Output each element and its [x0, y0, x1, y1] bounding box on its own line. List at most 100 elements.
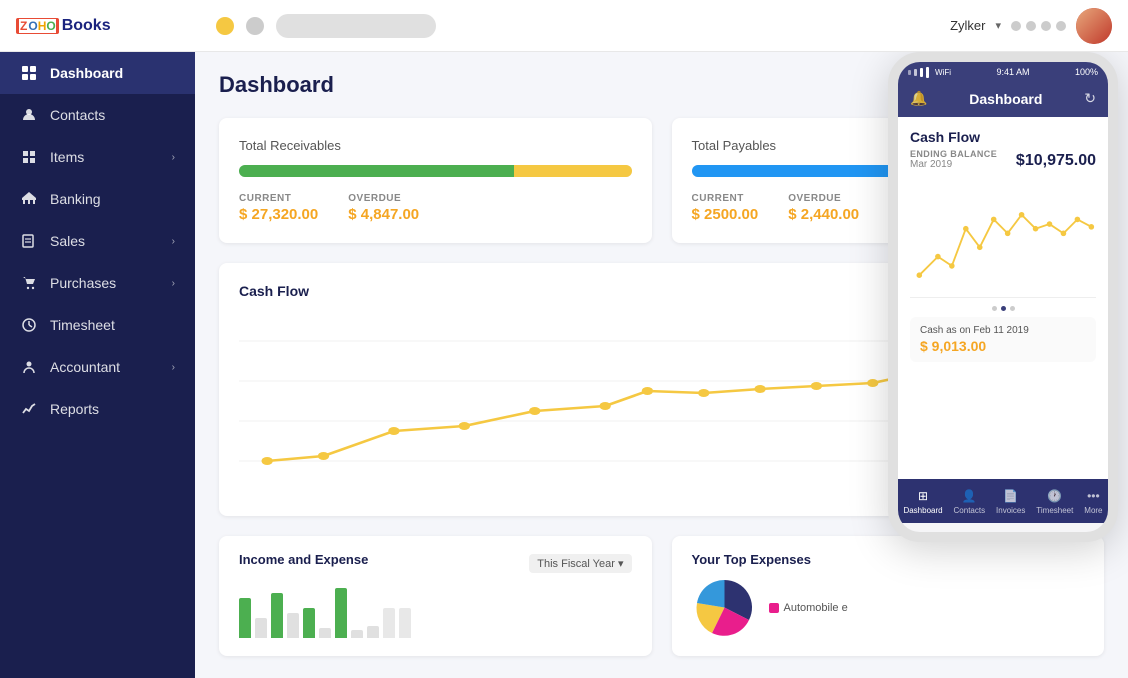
receivables-current-group: CURRENT $ 27,320.00 — [239, 193, 318, 223]
phone-status-bar: WiFi 9:41 AM 100% — [898, 62, 1108, 82]
phone-nav-contacts-icon: 👤 — [961, 488, 977, 504]
receivables-current-amount: $ 27,320.00 — [239, 206, 318, 223]
dot-3 — [1041, 21, 1051, 31]
sidebar-item-banking[interactable]: Banking — [0, 178, 195, 220]
phone-nav-more-label: More — [1084, 506, 1102, 515]
receivables-green-bar — [239, 165, 514, 177]
phone-nav-contacts-label: Contacts — [954, 506, 986, 515]
accountant-chevron: › — [172, 362, 175, 373]
sidebar-item-contacts[interactable]: Contacts — [0, 94, 195, 136]
sidebar-label-contacts: Contacts — [50, 107, 105, 123]
signal-3 — [920, 68, 923, 77]
logo-books-text: Books — [62, 17, 111, 35]
top-expenses-content: Automobile e — [692, 575, 1085, 640]
phone-nav-dashboard-icon: ⊞ — [915, 488, 931, 504]
sidebar-item-dashboard[interactable]: Dashboard — [0, 52, 195, 94]
sidebar-item-sales[interactable]: Sales › — [0, 220, 195, 262]
receivables-card: Total Receivables CURRENT $ 27,320.00 OV… — [219, 118, 652, 243]
phone-bell-icon: 🔔 — [910, 90, 927, 107]
sidebar-item-accountant[interactable]: Accountant › — [0, 346, 195, 388]
bottom-cards-row: Income and Expense This Fiscal Year ▾ — [219, 536, 1104, 656]
bar-9 — [367, 626, 379, 638]
dot-4 — [1056, 21, 1066, 31]
receivables-overdue-amount: $ 4,847.00 — [348, 206, 419, 223]
sidebar-label-accountant: Accountant — [50, 359, 120, 375]
sidebar-label-items: Items — [50, 149, 84, 165]
phone-nav-timesheet[interactable]: 🕐 Timesheet — [1036, 488, 1073, 515]
sidebar-label-timesheet: Timesheet — [50, 317, 115, 333]
sales-chevron: › — [172, 236, 175, 247]
phone-time: 9:41 AM — [996, 67, 1029, 77]
bar-6 — [319, 628, 331, 638]
timesheet-icon — [20, 316, 38, 334]
sidebar-label-banking: Banking — [50, 191, 101, 207]
phone-header: 🔔 Dashboard ↻ — [898, 82, 1108, 117]
phone-nav-more-icon: ••• — [1085, 488, 1101, 504]
bar-7 — [335, 588, 347, 638]
search-bar — [276, 14, 436, 38]
top-expenses-card: Your Top Expenses — [672, 536, 1105, 656]
sidebar-label-dashboard: Dashboard — [50, 65, 123, 81]
phone-nav-timesheet-label: Timesheet — [1036, 506, 1073, 515]
payables-overdue-label: OVERDUE — [788, 193, 859, 204]
signal-1 — [908, 70, 911, 75]
legend-automobile-label: Automobile e — [784, 602, 848, 614]
phone-cash-as-on-amount: $ 9,013.00 — [920, 338, 1086, 354]
top-expenses-legend: Automobile e — [769, 602, 848, 614]
reports-icon — [20, 400, 38, 418]
phone-dot-3 — [1010, 306, 1015, 311]
top-expenses-chart-svg — [692, 575, 757, 640]
phone-nav-invoices[interactable]: 📄 Invoices — [996, 488, 1025, 515]
items-chevron: › — [172, 152, 175, 163]
phone-body: Cash Flow ENDING BALANCE Mar 2019 $10,97… — [898, 117, 1108, 479]
fiscal-year-filter[interactable]: This Fiscal Year ▾ — [529, 554, 631, 573]
phone-pagination — [910, 306, 1096, 311]
user-label[interactable]: Zylker — [950, 18, 985, 33]
sidebar-item-timesheet[interactable]: Timesheet — [0, 304, 195, 346]
phone-wifi-icon: WiFi — [935, 68, 951, 77]
top-expenses-title: Your Top Expenses — [692, 552, 1085, 567]
sidebar-item-items[interactable]: Items › — [0, 136, 195, 178]
legend-automobile-color — [769, 603, 779, 613]
phone-ending-label: ENDING BALANCE — [910, 149, 997, 159]
phone-mockup: WiFi 9:41 AM 100% 🔔 Dashboard ↻ Cash Flo… — [888, 52, 1118, 542]
phone-dot-2 — [1001, 306, 1006, 311]
user-dropdown-icon[interactable]: ▾ — [995, 19, 1001, 32]
phone-battery: 100% — [1075, 67, 1098, 77]
bar-5 — [303, 608, 315, 638]
income-expense-header: Income and Expense This Fiscal Year ▾ — [239, 552, 632, 575]
phone-nav-invoices-label: Invoices — [996, 506, 1025, 515]
bar-11 — [399, 608, 411, 638]
sidebar-label-reports: Reports — [50, 401, 99, 417]
phone-refresh-icon[interactable]: ↻ — [1084, 90, 1096, 107]
receivables-overdue-label: OVERDUE — [348, 193, 419, 204]
phone-ending-date: Mar 2019 — [910, 159, 997, 170]
bar-10 — [383, 608, 395, 638]
app-layout: Dashboard Contacts Items › — [0, 52, 1128, 678]
sidebar-item-purchases[interactable]: Purchases › — [0, 262, 195, 304]
phone-ending-amount: $10,975.00 — [1016, 152, 1096, 170]
phone-nav-more[interactable]: ••• More — [1084, 488, 1102, 515]
income-expense-title: Income and Expense — [239, 552, 368, 567]
contacts-icon — [20, 106, 38, 124]
phone-nav-invoices-icon: 📄 — [1003, 488, 1019, 504]
sidebar-item-reports[interactable]: Reports — [0, 388, 195, 430]
payables-current-amount: $ 2500.00 — [692, 206, 759, 223]
phone-nav-bar: ⊞ Dashboard 👤 Contacts 📄 Invoices 🕐 Time… — [898, 479, 1108, 523]
receivables-values: CURRENT $ 27,320.00 OVERDUE $ 4,847.00 — [239, 193, 632, 223]
phone-nav-contacts[interactable]: 👤 Contacts — [954, 488, 986, 515]
income-expense-card: Income and Expense This Fiscal Year ▾ — [219, 536, 652, 656]
receivables-progress — [239, 165, 632, 177]
income-expense-chart — [239, 583, 632, 638]
sales-icon — [20, 232, 38, 250]
topbar-action-dots — [1011, 21, 1066, 31]
signal-2 — [914, 69, 917, 76]
banking-icon — [20, 190, 38, 208]
sidebar-label-sales: Sales — [50, 233, 85, 249]
user-avatar[interactable] — [1076, 8, 1112, 44]
topbar-center — [196, 14, 950, 38]
status-dot-gray — [246, 17, 264, 35]
phone-chart-svg — [910, 178, 1096, 298]
phone-nav-dashboard[interactable]: ⊞ Dashboard — [903, 488, 942, 515]
receivables-current-label: CURRENT — [239, 193, 318, 204]
